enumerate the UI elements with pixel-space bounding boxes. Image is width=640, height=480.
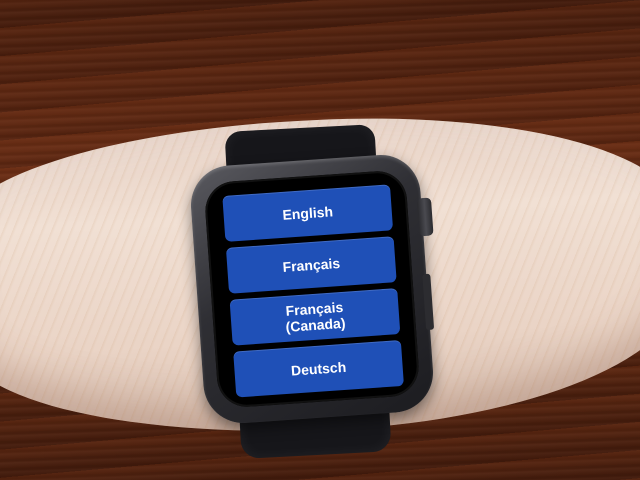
digital-crown-icon[interactable] [416, 197, 434, 237]
language-option-english[interactable]: English [222, 184, 394, 242]
language-list: English Français Français (Canada) Deuts… [222, 184, 404, 398]
apple-watch: English Français Français (Canada) Deuts… [188, 152, 436, 426]
language-option-label: Deutsch [290, 358, 347, 379]
language-option-francais[interactable]: Français [225, 236, 397, 294]
language-option-deutsch[interactable]: Deutsch [233, 339, 404, 398]
photo-scene: English Français Français (Canada) Deuts… [0, 0, 640, 480]
watch-screen: English Français Français (Canada) Deuts… [203, 169, 421, 409]
language-option-label: Français [282, 254, 341, 275]
language-option-francais-canada[interactable]: Français (Canada) [229, 288, 401, 346]
language-option-label: English [281, 203, 334, 223]
language-option-label: Français (Canada) [285, 298, 346, 335]
